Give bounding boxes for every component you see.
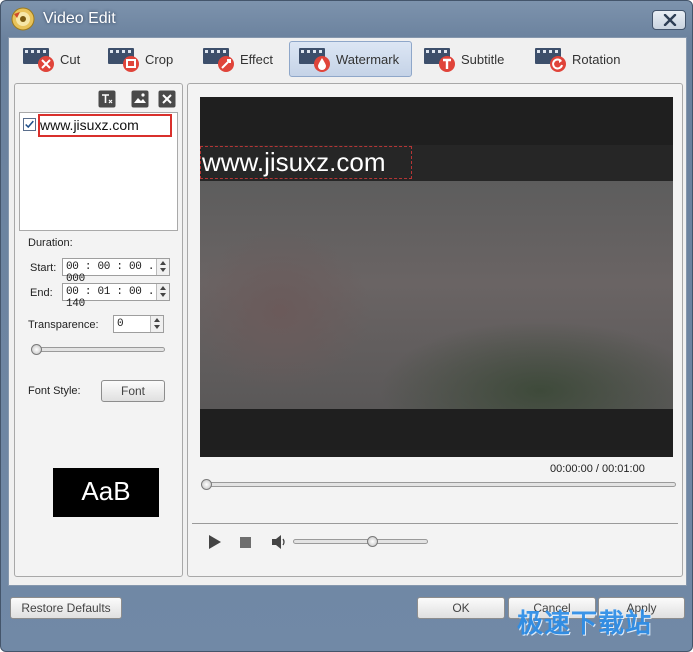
- transparence-field[interactable]: 0: [113, 315, 164, 333]
- tab-effect-label: Effect: [240, 51, 274, 67]
- tab-subtitle[interactable]: Subtitle: [415, 41, 523, 77]
- current-time: 00:00:00: [550, 463, 593, 475]
- video-edit-window: Video Edit Cut Crop Effect Watermark Sub…: [0, 0, 693, 652]
- film-watermark-icon: [299, 48, 330, 72]
- play-icon[interactable]: [208, 534, 222, 550]
- film-rotation-icon: [535, 48, 566, 72]
- start-time-value: 00 : 00 : 00 . 000: [66, 261, 155, 285]
- transparence-label: Transparence:: [28, 319, 99, 331]
- watermark-checkbox[interactable]: [23, 118, 36, 131]
- transparence-value: 0: [117, 318, 124, 330]
- film-subtitle-icon: [424, 48, 455, 72]
- volume-slider[interactable]: [293, 539, 428, 544]
- video-frame: [200, 181, 673, 409]
- end-time-value: 00 : 01 : 00 . 140: [66, 286, 155, 310]
- tab-watermark-label: Watermark: [336, 51, 400, 67]
- tab-watermark[interactable]: Watermark: [289, 41, 412, 77]
- transparence-slider[interactable]: [32, 347, 165, 352]
- site-logo: 极速下载站: [517, 608, 653, 638]
- watermark-list: www.jisuxz.com: [19, 112, 178, 231]
- video-preview: www.jisuxz.com: [200, 97, 673, 457]
- edit-toolbar: Cut Crop Effect Watermark Subtitle Rotat…: [9, 38, 686, 80]
- window-title: Video Edit: [43, 10, 116, 27]
- film-scissors-icon: [23, 48, 54, 72]
- tab-cut-label: Cut: [60, 51, 81, 67]
- start-time-stepper[interactable]: [156, 259, 169, 275]
- tab-crop-label: Crop: [145, 51, 174, 67]
- end-time-stepper[interactable]: [156, 284, 169, 300]
- watermark-settings-panel: www.jisuxz.com Duration: Start: 00 : 00 …: [14, 83, 183, 577]
- film-effect-icon: [203, 48, 234, 72]
- transparence-slider-thumb[interactable]: [31, 344, 42, 355]
- playback-timecode: 00:00:00 / 00:01:00: [550, 463, 645, 475]
- title-bar: Video Edit: [1, 1, 692, 37]
- controls-divider: [192, 523, 678, 524]
- tab-rotation-label: Rotation: [572, 51, 621, 67]
- tab-crop[interactable]: Crop: [99, 41, 191, 77]
- editor-content: Cut Crop Effect Watermark Subtitle Rotat…: [8, 37, 687, 586]
- end-label: End:: [30, 287, 53, 299]
- start-label: Start:: [30, 262, 57, 274]
- close-icon: [663, 14, 677, 26]
- disc-icon: [11, 7, 35, 31]
- restore-defaults-button[interactable]: Restore Defaults: [10, 597, 122, 619]
- font-button[interactable]: Font: [101, 380, 165, 402]
- volume-slider-thumb[interactable]: [367, 536, 378, 547]
- tab-cut[interactable]: Cut: [14, 41, 96, 77]
- tab-rotation[interactable]: Rotation: [526, 41, 630, 77]
- ok-button[interactable]: OK: [417, 597, 505, 619]
- stop-icon[interactable]: [240, 537, 251, 548]
- tab-subtitle-label: Subtitle: [461, 51, 505, 67]
- duration-label: Duration:: [28, 237, 73, 249]
- font-style-label: Font Style:: [28, 385, 81, 397]
- close-button[interactable]: [652, 10, 686, 30]
- font-preview: AaB: [53, 468, 159, 517]
- seek-bar-thumb[interactable]: [201, 479, 212, 490]
- transparence-stepper[interactable]: [150, 316, 163, 332]
- watermark-overlay[interactable]: www.jisuxz.com: [200, 146, 412, 179]
- total-time: 00:01:00: [602, 463, 645, 475]
- film-crop-icon: [108, 48, 139, 72]
- seek-bar[interactable]: [202, 482, 676, 487]
- end-time-field[interactable]: 00 : 01 : 00 . 140: [62, 283, 170, 310]
- add-text-icon[interactable]: [98, 90, 116, 108]
- delete-icon[interactable]: [158, 90, 176, 108]
- selection-highlight: [38, 114, 172, 137]
- start-time-field[interactable]: 00 : 00 : 00 . 000: [62, 258, 170, 285]
- add-image-icon[interactable]: [131, 90, 149, 108]
- tab-effect[interactable]: Effect: [194, 41, 292, 77]
- preview-panel: www.jisuxz.com 00:00:00 / 00:01:00: [187, 83, 683, 577]
- time-separator: /: [595, 463, 599, 475]
- volume-icon[interactable]: [271, 535, 289, 549]
